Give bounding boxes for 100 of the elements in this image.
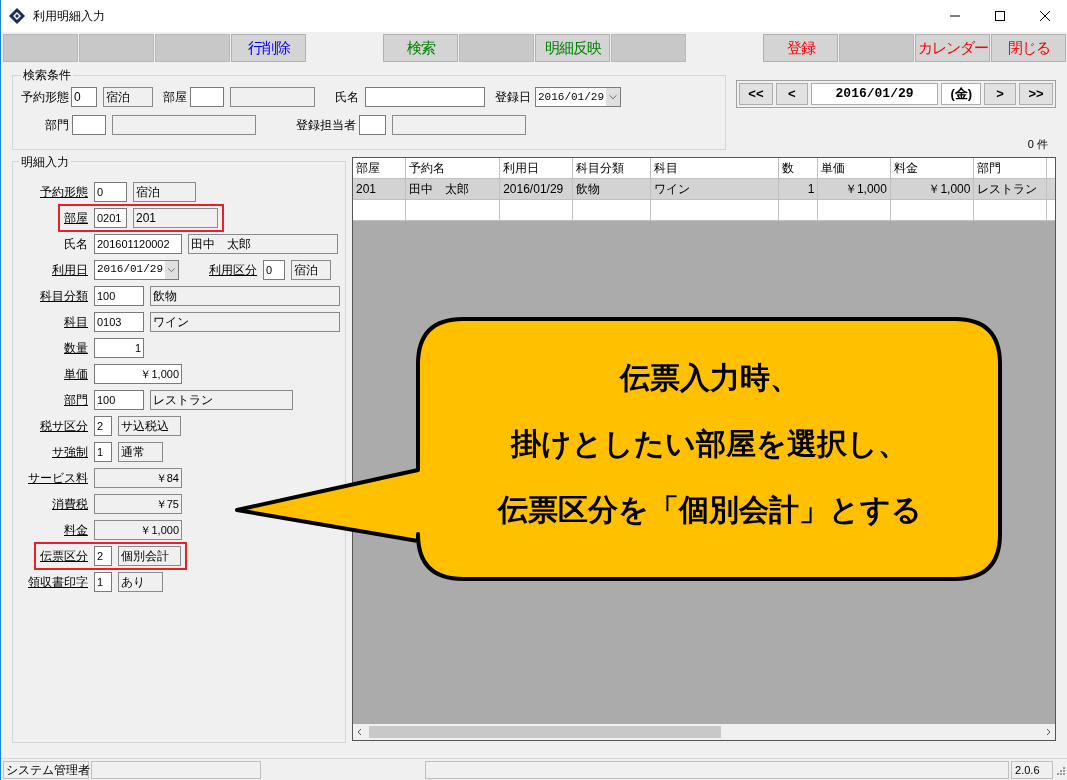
display-field: ワイン	[150, 311, 340, 332]
date-picker[interactable]: 2016/01/29	[535, 87, 621, 107]
amount-field: ￥1,000	[94, 519, 182, 540]
table-cell: 2016/01/29	[500, 178, 573, 200]
field-link[interactable]: 予約形態	[40, 182, 88, 201]
field-link[interactable]: 部門	[64, 390, 88, 409]
field-label: 登録日	[495, 89, 531, 106]
version-text: 2.0.6	[1011, 760, 1053, 779]
column-header[interactable]: 数	[778, 157, 819, 179]
toolbar-button[interactable]: 行削除	[231, 34, 306, 62]
window-title: 利用明細入力	[33, 8, 105, 25]
record-count: 0 件	[1027, 137, 1048, 152]
dropdown-icon[interactable]	[165, 260, 178, 279]
column-header[interactable]: 予約名	[405, 157, 501, 179]
column-header[interactable]: 利用日	[500, 157, 573, 179]
field-link[interactable]: 伝票区分	[40, 546, 88, 565]
field-link[interactable]: 科目分類	[40, 286, 88, 305]
input-field[interactable]: ￥1,000	[94, 363, 182, 384]
toolbar-button[interactable]: 検索	[383, 34, 458, 62]
group-title: 明細入力	[20, 153, 70, 171]
field-label: 予約形態	[21, 89, 69, 106]
table-cell	[353, 199, 406, 221]
input-field[interactable]: 2	[94, 415, 112, 436]
input-field[interactable]: 100	[94, 285, 144, 306]
field-link[interactable]: 料金	[64, 520, 88, 539]
field-link[interactable]: 税サ区分	[40, 416, 88, 435]
display-field: 宿泊	[291, 259, 331, 280]
field-link[interactable]: 利用区分	[209, 260, 257, 279]
field-link[interactable]: 利用日	[52, 260, 88, 279]
display-field: サ込税込	[118, 415, 181, 436]
table-cell: 飲物	[572, 178, 652, 200]
column-header[interactable]: 単価	[818, 157, 891, 179]
input-field[interactable]: 201601120002	[94, 233, 182, 254]
field-link[interactable]: サービス料	[28, 468, 88, 487]
current-date: 2016/01/29	[810, 83, 939, 105]
input-field[interactable]	[359, 115, 386, 135]
field-link[interactable]: 部屋	[64, 208, 88, 227]
input-field[interactable]: 2	[94, 545, 112, 566]
input-field[interactable]: 0	[71, 87, 97, 107]
input-field[interactable]: 1	[94, 337, 144, 358]
input-field[interactable]	[365, 87, 485, 107]
field-label: 登録担当者	[296, 117, 356, 134]
close-icon[interactable]	[1038, 10, 1051, 22]
field-link[interactable]: 単価	[64, 364, 88, 383]
table-cell	[778, 199, 819, 221]
field-link[interactable]: サ強制	[52, 442, 88, 461]
display-field: レストラン	[150, 389, 293, 410]
column-header[interactable]: 部門	[974, 157, 1048, 179]
input-field[interactable]: 0103	[94, 311, 144, 332]
display-field: 宿泊	[103, 87, 153, 107]
field-link[interactable]: 消費税	[52, 494, 88, 513]
table-cell: 田中 太郎	[405, 178, 501, 200]
column-header[interactable]: 料金	[890, 157, 975, 179]
dropdown-icon[interactable]	[606, 88, 620, 106]
table-cell: ￥1,000	[890, 178, 975, 200]
display-field: 飲物	[150, 285, 340, 306]
input-field[interactable]	[72, 115, 106, 135]
field-label: 部門	[45, 117, 69, 134]
display-field: 宿泊	[133, 181, 196, 202]
field-link[interactable]: 数量	[64, 338, 88, 357]
status-user: システム管理者	[3, 760, 89, 779]
callout-text: 伝票区分を「個別会計」とする	[497, 492, 922, 528]
first-button[interactable]: <<	[739, 83, 773, 105]
previous-button[interactable]: <	[775, 83, 808, 105]
input-field[interactable]: 1	[94, 571, 112, 592]
display-field: 個別会計	[118, 545, 181, 566]
table-row[interactable]: 201 田中 太郎 2016/01/29 飲物 ワイン 1 ￥1,000 ￥1,000 レストラン	[353, 178, 1055, 200]
field-link[interactable]: 領収書印字	[28, 572, 88, 591]
horizontal-scrollbar[interactable]	[353, 723, 1055, 740]
amount-field: ￥75	[94, 493, 182, 514]
next-button[interactable]: >	[984, 83, 1017, 105]
table-cell: ￥1,000	[818, 178, 891, 200]
callout-text: 伝票入力時、	[619, 360, 800, 396]
input-field[interactable]: 0	[263, 259, 285, 280]
column-header[interactable]: 部屋	[353, 157, 406, 179]
scrollbar-thumb[interactable]	[369, 725, 721, 738]
amount-field: ￥84	[94, 467, 182, 488]
display-field: あり	[118, 571, 163, 592]
input-field[interactable]: 0201	[94, 207, 127, 228]
field-label: 氏名	[335, 89, 359, 106]
resize-grip-icon[interactable]	[1055, 764, 1065, 775]
callout-text: 掛けとしたい部屋を選択し、	[511, 426, 908, 462]
input-field[interactable]: 1	[94, 441, 112, 462]
column-header[interactable]: 科目分類	[572, 157, 652, 179]
group-title: 検索条件	[22, 67, 72, 84]
app-icon	[9, 8, 25, 24]
last-button[interactable]: >>	[1019, 83, 1053, 105]
column-header[interactable]: 科目	[651, 157, 779, 179]
input-field[interactable]: 0	[94, 181, 127, 202]
maximize-icon[interactable]	[993, 10, 1006, 22]
input-field[interactable]	[190, 87, 224, 107]
display-field: 通常	[118, 441, 163, 462]
field-link[interactable]: 科目	[64, 312, 88, 331]
date-text: 2016/01/29	[537, 89, 605, 105]
input-field[interactable]: 100	[94, 389, 144, 410]
toolbar-button[interactable]: 明細反映	[535, 34, 610, 62]
date-picker[interactable]: 2016/01/29	[94, 259, 179, 280]
display-field: 201	[133, 207, 218, 228]
table-cell: レストラン	[974, 178, 1048, 200]
table-cell: 201	[353, 178, 406, 200]
